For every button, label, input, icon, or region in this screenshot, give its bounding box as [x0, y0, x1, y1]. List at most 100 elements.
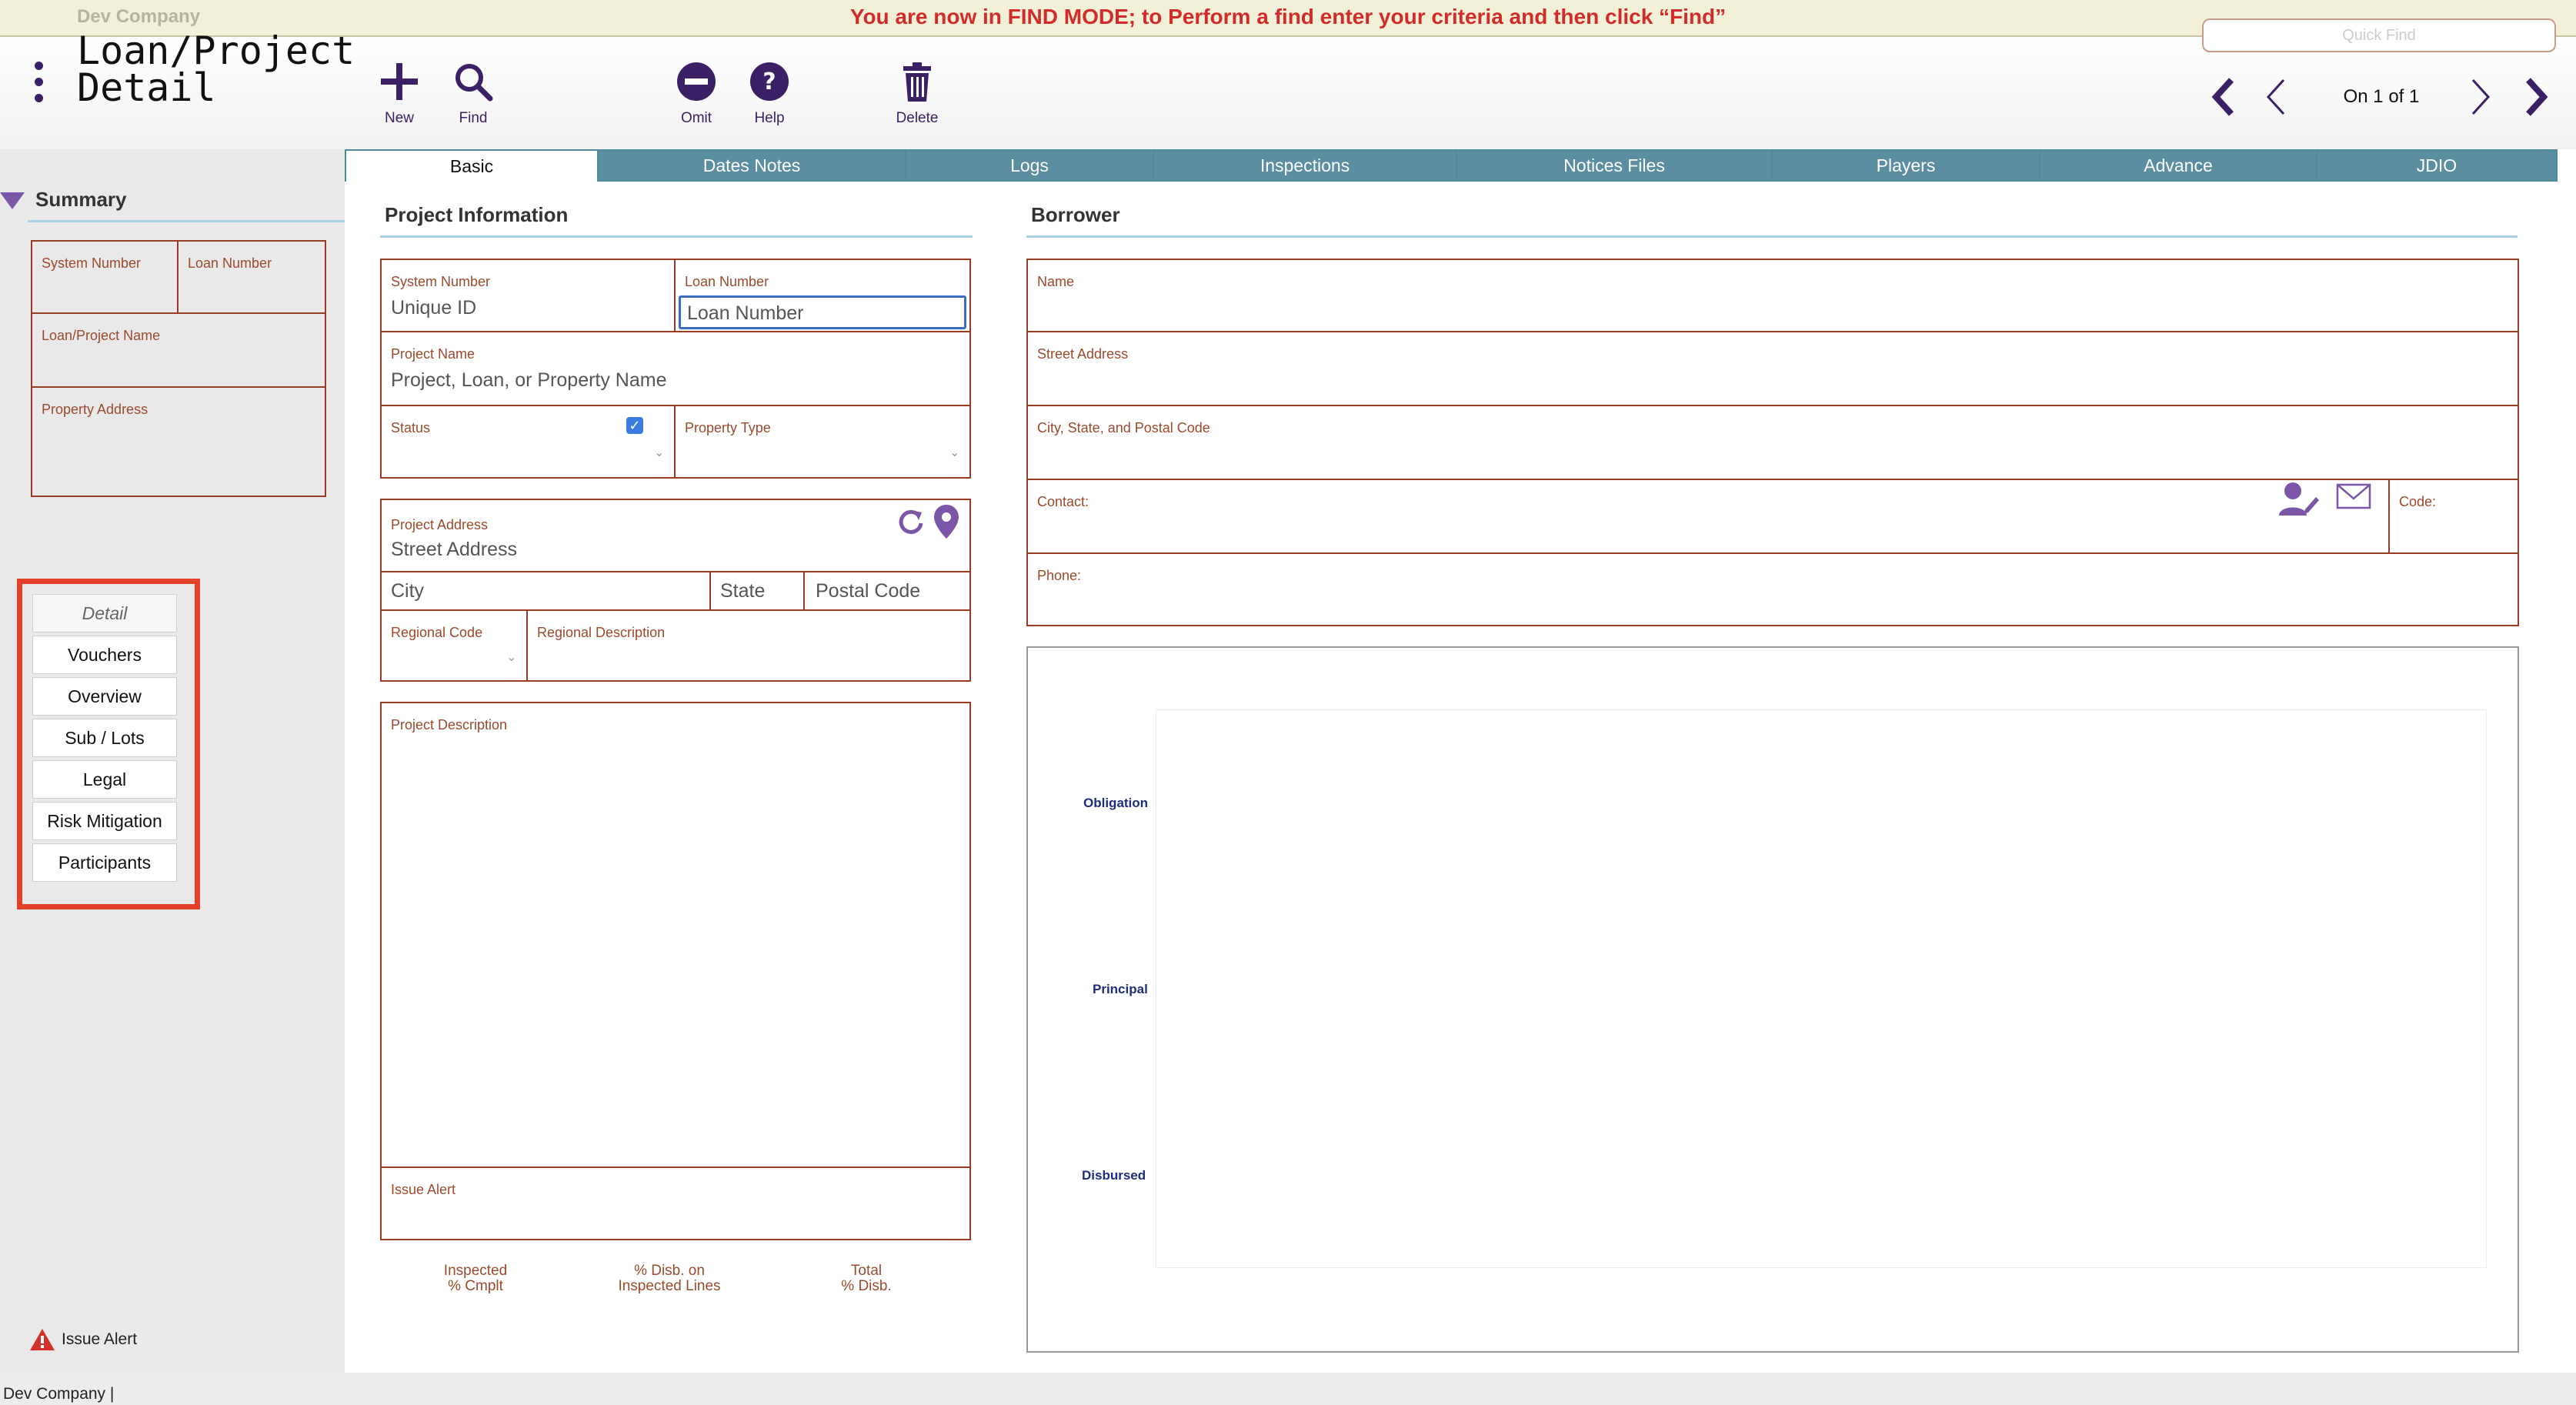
footer-company: Dev Company |	[3, 1385, 115, 1403]
field-label: Loan Number	[685, 274, 769, 289]
regional-description-field[interactable]: Regional Description	[526, 609, 971, 682]
first-record-icon[interactable]	[2205, 74, 2242, 120]
previous-record-icon[interactable]	[2257, 74, 2294, 120]
project-info-title: Project Information	[385, 203, 569, 226]
tab-inspections[interactable]: Inspections	[1153, 149, 1456, 182]
chevron-down-icon[interactable]: ⌄	[506, 649, 516, 665]
nav-vouchers[interactable]: Vouchers	[32, 636, 177, 674]
omit-button[interactable]: Omit	[654, 60, 739, 127]
map-pin-icon[interactable]	[933, 503, 960, 540]
field-label: Regional Description	[537, 625, 666, 640]
field-label: Status	[391, 420, 431, 436]
mail-icon[interactable]	[2336, 483, 2371, 509]
field-label: System Number	[42, 255, 142, 271]
nav-detail[interactable]: Detail	[32, 594, 177, 632]
tab-advance[interactable]: Advance	[2039, 149, 2316, 182]
stat-line: Total	[850, 1263, 883, 1279]
principal-label: Principal	[1093, 982, 1148, 996]
stat-line: % Disb. on	[634, 1263, 705, 1279]
summary-system-number[interactable]: System Number	[31, 240, 179, 314]
field-label: Loan Number	[188, 255, 272, 271]
street-address-placeholder: Street Address	[391, 539, 517, 560]
stat-line: Inspected Lines	[618, 1278, 721, 1294]
field-label: System Number	[391, 274, 491, 289]
record-count: On 1 of 1	[2343, 86, 2420, 107]
nav-participants[interactable]: Participants	[32, 843, 177, 882]
field-label: Property Address	[42, 402, 148, 417]
field-label: Project Description	[391, 717, 508, 733]
new-button[interactable]: New	[357, 60, 442, 127]
delete-button[interactable]: Delete	[875, 60, 959, 127]
tab-dates-notes[interactable]: Dates Notes	[597, 149, 905, 182]
borrower-name-field[interactable]: Name	[1026, 259, 2519, 332]
trash-icon	[903, 62, 931, 102]
find-mode-message: You are now in FIND MODE; to Perform a f…	[849, 5, 1727, 28]
delete-label: Delete	[896, 110, 939, 126]
borrower-contact-field[interactable]: Contact:	[1026, 479, 2390, 554]
page-title: Loan/Project Detail	[77, 32, 355, 107]
status-field[interactable]: Status ✓ ⌄	[380, 405, 676, 479]
issue-alert-field[interactable]: Issue Alert	[380, 1166, 971, 1240]
finance-chart-panel: Obligation Principal Disbursed	[1026, 646, 2519, 1353]
city-field[interactable]: City	[380, 571, 711, 611]
field-label: Project Name	[391, 346, 475, 362]
new-label: New	[384, 110, 414, 126]
borrower-street-field[interactable]: Street Address	[1026, 331, 2519, 406]
project-address-field[interactable]: Project Address Street Address	[380, 499, 971, 572]
loan-number-input[interactable]: Loan Number	[679, 295, 966, 329]
summary-property-address[interactable]: Property Address	[31, 386, 326, 497]
collapse-triangle-icon[interactable]	[0, 192, 25, 209]
issue-alert-label: Issue Alert	[62, 1330, 138, 1348]
borrower-city-state-field[interactable]: City, State, and Postal Code	[1026, 405, 2519, 480]
tab-notices-files[interactable]: Notices Files	[1456, 149, 1771, 182]
tab-jdio[interactable]: JDIO	[2316, 149, 2558, 182]
field-label: Project Address	[391, 517, 489, 532]
summary-loan-project-name[interactable]: Loan/Project Name	[31, 312, 326, 388]
tab-players[interactable]: Players	[1771, 149, 2039, 182]
tab-logs[interactable]: Logs	[905, 149, 1153, 182]
status-checkbox[interactable]: ✓	[626, 417, 643, 434]
quick-find-input[interactable]: Quick Find	[2202, 18, 2556, 52]
summary-loan-number[interactable]: Loan Number	[177, 240, 326, 314]
property-type-field[interactable]: Property Type ⌄	[674, 405, 971, 479]
borrower-phone-field[interactable]: Phone:	[1026, 552, 2519, 626]
field-label: Regional Code	[391, 625, 483, 640]
next-record-icon[interactable]	[2462, 74, 2499, 120]
nav-risk-mitigation[interactable]: Risk Mitigation	[32, 802, 177, 840]
loan-number-field[interactable]: Loan Number Loan Number	[674, 259, 971, 332]
tab-basic[interactable]: Basic	[345, 149, 597, 182]
state-field[interactable]: State	[709, 571, 805, 611]
borrower-code-field[interactable]: Code:	[2388, 479, 2519, 554]
project-name-placeholder: Project, Loan, or Property Name	[391, 369, 667, 391]
status-bar	[0, 1373, 2576, 1405]
nav-legal[interactable]: Legal	[32, 760, 177, 799]
find-button[interactable]: Find	[431, 60, 516, 127]
state-placeholder: State	[720, 580, 766, 602]
refresh-icon[interactable]	[896, 506, 926, 537]
last-record-icon[interactable]	[2518, 74, 2554, 120]
sidebar-issue-alert[interactable]: Issue Alert	[29, 1328, 137, 1351]
nav-sub-lots[interactable]: Sub / Lots	[32, 719, 177, 757]
postal-code-field[interactable]: Postal Code	[803, 571, 971, 611]
project-description-field[interactable]: Project Description	[380, 702, 971, 1168]
inspected-complete-label: Inspected % Cmplt	[399, 1263, 552, 1294]
help-button[interactable]: ? Help	[727, 60, 812, 127]
field-label: Name	[1037, 274, 1075, 289]
loan-number-placeholder: Loan Number	[687, 302, 804, 324]
help-label: Help	[754, 110, 785, 126]
divider	[1026, 235, 2518, 238]
borrower-title: Borrower	[1031, 203, 1120, 226]
system-number-field[interactable]: System Number Unique ID	[380, 259, 676, 332]
menu-icon[interactable]	[31, 62, 46, 108]
help-icon: ?	[750, 62, 789, 101]
regional-code-field[interactable]: Regional Code ⌄	[380, 609, 528, 682]
divider	[380, 235, 973, 238]
chevron-down-icon[interactable]: ⌄	[949, 445, 959, 460]
nav-overview[interactable]: Overview	[32, 677, 177, 716]
field-label: Contact:	[1037, 494, 1089, 509]
summary-title: Summary	[35, 188, 127, 211]
tab-bar: Basic Dates Notes Logs Inspections Notic…	[345, 149, 2558, 183]
chevron-down-icon[interactable]: ⌄	[654, 445, 664, 460]
project-name-field[interactable]: Project Name Project, Loan, or Property …	[380, 331, 971, 406]
edit-contact-icon[interactable]	[2277, 480, 2319, 520]
